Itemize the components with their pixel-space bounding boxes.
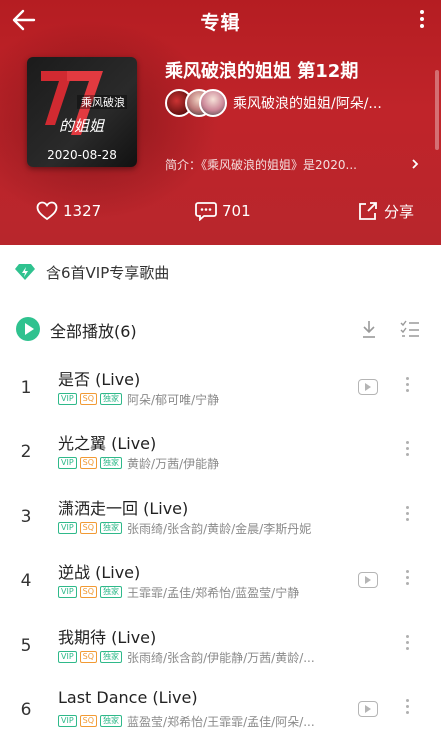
song-artists: 张雨绮/张含韵/伊能静/万茜/黄龄/... [127,650,315,665]
sq-tag: SQ [79,522,98,534]
more-options-icon[interactable] [403,504,411,526]
artist-avatars [165,89,227,117]
album-header: 专辑 乘风破浪 的姐姐 2020-08-28 乘风破浪的姐姐 第12期 乘风破浪… [0,0,441,245]
stats-bar: 1327 701 分享 [0,198,441,224]
song-index: 1 [20,378,32,398]
vip-diamond-icon [15,264,35,280]
comment-icon [195,202,217,221]
artist-row[interactable]: 乘风破浪的姐姐/阿朵/... [165,89,430,117]
song-artists: 黄龄/万茜/伊能静 [127,456,220,471]
play-all-bar: 全部播放(6) [16,315,426,343]
vip-notice-text: 含6首VIP专享歌曲 [46,263,170,282]
sq-tag: SQ [79,457,98,469]
vip-tag: VIP [58,522,77,534]
song-artists: 蓝盈莹/郑希怡/王霏霏/孟佳/阿朵/... [127,714,315,729]
exclusive-tag: 独家 [100,393,123,405]
vip-tag: VIP [58,393,77,405]
exclusive-tag: 独家 [100,715,123,727]
song-index: 2 [20,442,32,462]
like-count: 1327 [63,202,102,220]
heart-icon [36,201,58,221]
song-meta: VIP SQ 独家 王霏霏/孟佳/郑希怡/蓝盈莹/宁静 [58,584,299,600]
vip-tag: VIP [58,715,77,727]
song-index: 4 [20,571,32,591]
comment-button[interactable]: 701 [195,198,251,224]
song-meta: VIP SQ 独家 黄龄/万茜/伊能静 [58,455,219,471]
song-artists: 王霏霏/孟佳/郑希怡/蓝盈莹/宁静 [127,585,300,600]
more-options-icon[interactable] [403,439,411,461]
more-options-icon[interactable] [403,633,411,655]
sq-tag: SQ [79,586,98,598]
song-title: Last Dance (Live) [58,688,198,707]
vip-tag: VIP [58,651,77,663]
song-title: 我期待 (Live) [58,628,157,647]
share-icon [359,202,377,220]
more-menu-icon[interactable] [415,8,429,32]
mv-play-icon[interactable] [358,379,378,395]
sq-tag: SQ [79,715,98,727]
song-row[interactable]: 3 潇洒走一回 (Live) VIP SQ 独家 张雨绮/张含韵/黄龄/金晨/李… [0,491,441,547]
more-options-icon[interactable] [403,568,411,590]
sq-tag: SQ [79,393,98,405]
song-meta: VIP SQ 独家 蓝盈莹/郑希怡/王霏霏/孟佳/阿朵/... [58,713,315,729]
play-all-icon[interactable] [16,317,40,341]
album-cover[interactable]: 乘风破浪 的姐姐 2020-08-28 [27,57,137,167]
more-options-icon[interactable] [403,697,411,719]
top-bar: 专辑 [0,0,441,40]
scrollbar[interactable] [435,70,439,150]
show-logo-image: 乘风破浪 的姐姐 [41,71,127,135]
chevron-right-icon[interactable] [410,158,420,170]
mv-play-icon[interactable] [358,701,378,717]
svg-text:乘风破浪: 乘风破浪 [81,95,125,109]
play-all-button[interactable]: 全部播放(6) [50,318,137,342]
song-meta: VIP SQ 独家 阿朵/郁可唯/宁静 [58,391,219,407]
song-title: 潇洒走一回 (Live) [58,499,189,518]
avatar [199,89,227,117]
song-artists: 阿朵/郁可唯/宁静 [127,392,220,407]
album-title: 乘风破浪的姐姐 第12期 [165,61,359,82]
exclusive-tag: 独家 [100,586,123,598]
song-title: 是否 (Live) [58,370,141,389]
comment-count: 701 [222,202,251,220]
song-index: 3 [20,507,32,527]
multi-select-icon[interactable] [400,320,420,338]
song-title: 逆战 (Live) [58,563,141,582]
vip-notice[interactable]: 含6首VIP专享歌曲 [14,258,169,286]
exclusive-tag: 独家 [100,522,123,534]
mv-play-icon[interactable] [358,572,378,588]
download-icon[interactable] [360,319,378,339]
page-title: 专辑 [200,12,241,34]
song-row[interactable]: 6 Last Dance (Live) VIP SQ 独家 蓝盈莹/郑希怡/王霏… [0,684,441,740]
song-row[interactable]: 2 光之翼 (Live) VIP SQ 独家 黄龄/万茜/伊能静 [0,426,441,482]
song-row[interactable]: 5 我期待 (Live) VIP SQ 独家 张雨绮/张含韵/伊能静/万茜/黄龄… [0,620,441,676]
exclusive-tag: 独家 [100,651,123,663]
vip-tag: VIP [58,586,77,598]
song-row[interactable]: 4 逆战 (Live) VIP SQ 独家 王霏霏/孟佳/郑希怡/蓝盈莹/宁静 [0,555,441,611]
share-label: 分享 [384,202,415,221]
song-index: 6 [20,700,32,720]
song-index: 5 [20,636,32,656]
exclusive-tag: 独家 [100,457,123,469]
like-button[interactable]: 1327 [36,198,101,224]
song-artists: 张雨绮/张含韵/黄龄/金晨/李斯丹妮 [127,521,312,536]
cover-date: 2020-08-28 [47,148,117,162]
sq-tag: SQ [79,651,98,663]
song-row[interactable]: 1 是否 (Live) VIP SQ 独家 阿朵/郁可唯/宁静 [0,362,441,418]
svg-text:的姐姐: 的姐姐 [59,117,106,135]
song-title: 光之翼 (Live) [58,434,157,453]
vip-tag: VIP [58,457,77,469]
share-button[interactable]: 分享 [357,198,414,224]
song-meta: VIP SQ 独家 张雨绮/张含韵/伊能静/万茜/黄龄/... [58,649,315,665]
album-intro[interactable]: 简介：《乘风破浪的姐姐》是2020... [165,156,357,173]
song-meta: VIP SQ 独家 张雨绮/张含韵/黄龄/金晨/李斯丹妮 [58,520,311,536]
artist-name: 乘风破浪的姐姐/阿朵/... [233,96,382,112]
more-options-icon[interactable] [403,375,411,397]
